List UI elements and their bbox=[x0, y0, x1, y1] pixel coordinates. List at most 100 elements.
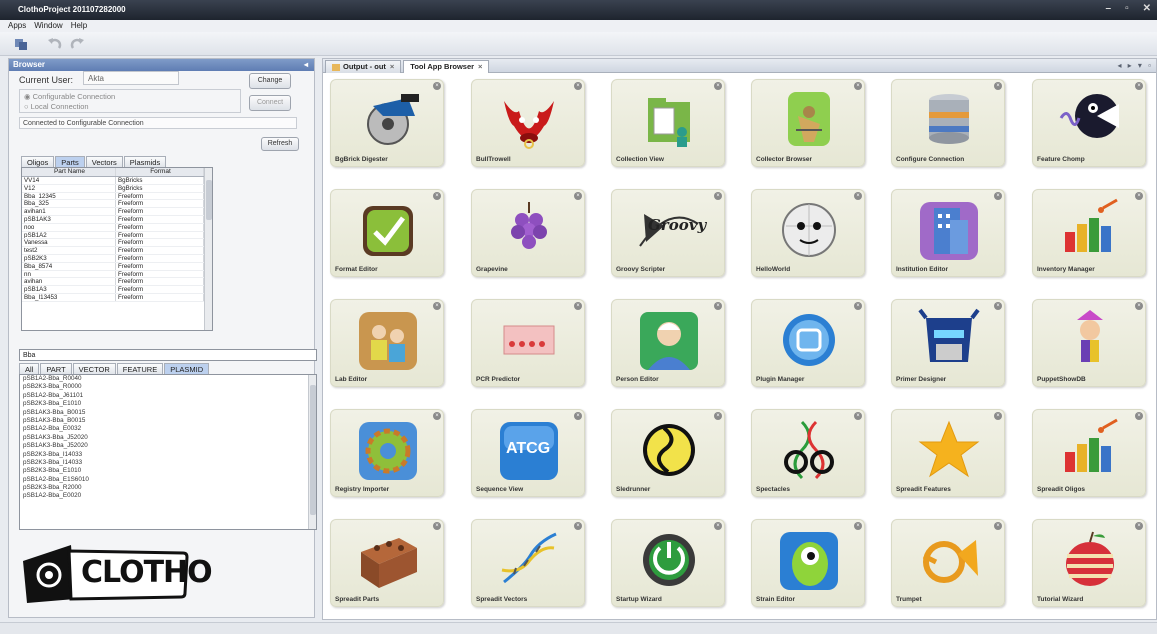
remove-app-icon[interactable]: × bbox=[714, 412, 722, 420]
search-input[interactable]: Bba bbox=[19, 349, 317, 361]
table-row[interactable]: Bba_325 Freeform bbox=[22, 200, 212, 209]
tab-tool-app-browser[interactable]: Tool App Browser × bbox=[403, 60, 490, 73]
app-tile-registry-importer[interactable]: × Registry Importer bbox=[330, 409, 444, 497]
table-row[interactable]: pSB2K3 Freeform bbox=[22, 254, 212, 263]
list-item[interactable]: pSB2K3-Bba_E1010 bbox=[20, 400, 316, 408]
table-row[interactable]: noo Freeform bbox=[22, 223, 212, 232]
remove-app-icon[interactable]: × bbox=[854, 192, 862, 200]
close-icon[interactable]: ✕ bbox=[1143, 3, 1151, 14]
remove-app-icon[interactable]: × bbox=[1135, 302, 1143, 310]
table-row[interactable]: Bba_12345 Freeform bbox=[22, 192, 212, 201]
change-button[interactable]: Change bbox=[249, 73, 291, 89]
table-row[interactable]: avihan Freeform bbox=[22, 278, 212, 287]
app-tile-tutorial-wizard[interactable]: × Tutorial Wizard bbox=[1032, 519, 1146, 607]
app-tile-spectacles[interactable]: × Spectacles bbox=[751, 409, 865, 497]
table-scrollbar[interactable] bbox=[204, 168, 212, 330]
filter-plasmid[interactable]: PLASMID bbox=[164, 363, 210, 374]
list-item[interactable]: pSB2K3-Bba_I14033 bbox=[20, 459, 316, 467]
list-item[interactable]: pSB1A2-Bba_J61101 bbox=[20, 392, 316, 400]
table-row[interactable]: Bba_8574 Freeform bbox=[22, 262, 212, 271]
remove-app-icon[interactable]: × bbox=[574, 82, 582, 90]
remove-app-icon[interactable]: × bbox=[854, 82, 862, 90]
list-scrollbar[interactable] bbox=[308, 375, 316, 529]
remove-app-icon[interactable]: × bbox=[714, 82, 722, 90]
table-row[interactable]: Vanessa Freeform bbox=[22, 239, 212, 248]
app-tile-sequence-view[interactable]: × ATCG Sequence View bbox=[471, 409, 585, 497]
remove-app-icon[interactable]: × bbox=[433, 82, 441, 90]
local-connection-radio[interactable]: ○ Local Connection bbox=[24, 102, 236, 112]
table-row[interactable]: avihan1 Freeform bbox=[22, 208, 212, 216]
table-row[interactable]: pSB1A3 Freeform bbox=[22, 286, 212, 294]
app-tile-puppetshowdb[interactable]: × PuppetShowDB bbox=[1032, 299, 1146, 387]
remove-app-icon[interactable]: × bbox=[574, 192, 582, 200]
remove-app-icon[interactable]: × bbox=[433, 522, 441, 530]
tab-plasmids[interactable]: Plasmids bbox=[123, 156, 167, 167]
app-tile-feature-chomp[interactable]: × Feature Chomp bbox=[1032, 79, 1146, 167]
app-tile-person-editor[interactable]: × Person Editor bbox=[611, 299, 725, 387]
app-tile-collector-browser[interactable]: × Collector Browser bbox=[751, 79, 865, 167]
table-row[interactable]: pSB1AK3 Freeform bbox=[22, 215, 212, 224]
menu-apps[interactable]: Apps bbox=[8, 20, 26, 32]
app-tile-pcr-predictor[interactable]: × PCR Predictor bbox=[471, 299, 585, 387]
menu-window[interactable]: Window bbox=[34, 20, 62, 32]
refresh-button[interactable]: Refresh bbox=[261, 137, 299, 151]
close-tab-tool-app-browser-icon[interactable]: × bbox=[478, 62, 482, 71]
app-tile-startup-wizard[interactable]: × Startup Wizard bbox=[611, 519, 725, 607]
filter-all[interactable]: All bbox=[19, 363, 40, 374]
list-item[interactable]: pSB1AK3-Bba_B0015 bbox=[20, 417, 316, 425]
table-row[interactable]: nn Freeform bbox=[22, 270, 212, 279]
remove-app-icon[interactable]: × bbox=[574, 412, 582, 420]
remove-app-icon[interactable]: × bbox=[574, 522, 582, 530]
remove-app-icon[interactable]: × bbox=[714, 192, 722, 200]
tab-navigation-icon[interactable]: ◂ ▸ ▾ ▫ bbox=[1117, 61, 1153, 70]
remove-app-icon[interactable]: × bbox=[433, 302, 441, 310]
remove-app-icon[interactable]: × bbox=[714, 302, 722, 310]
menu-help[interactable]: Help bbox=[71, 20, 87, 32]
list-item[interactable]: pSB1A2-Bba_E0020 bbox=[20, 492, 316, 500]
list-item[interactable]: pSB1A2-Bba_R0040 bbox=[20, 375, 316, 383]
table-row[interactable]: V12 BgBricks bbox=[22, 184, 212, 193]
app-tile-trumpet[interactable]: × Trumpet bbox=[891, 519, 1005, 607]
remove-app-icon[interactable]: × bbox=[1135, 412, 1143, 420]
tab-vectors[interactable]: Vectors bbox=[85, 156, 123, 167]
remove-app-icon[interactable]: × bbox=[714, 522, 722, 530]
filter-vector[interactable]: VECTOR bbox=[72, 363, 116, 374]
app-tile-collection-view[interactable]: × Collection View bbox=[611, 79, 725, 167]
remove-app-icon[interactable]: × bbox=[994, 522, 1002, 530]
undo-icon[interactable] bbox=[46, 35, 64, 53]
remove-app-icon[interactable]: × bbox=[994, 302, 1002, 310]
column-format[interactable]: Format bbox=[116, 168, 204, 176]
remove-app-icon[interactable]: × bbox=[1135, 192, 1143, 200]
app-tile-lab-editor[interactable]: × Lab Editor bbox=[330, 299, 444, 387]
list-item[interactable]: pSB2K3-Bba_R2000 bbox=[20, 484, 316, 492]
app-tile-spreadit-vectors[interactable]: × Spreadit Vectors bbox=[471, 519, 585, 607]
table-row[interactable]: test2 Freeform bbox=[22, 247, 212, 255]
list-item[interactable]: pSB1AK3-Bba_J52020 bbox=[20, 442, 316, 450]
configurable-connection-radio[interactable]: ◉ Configurable Connection bbox=[24, 92, 236, 102]
table-row[interactable]: pSB1A2 Freeform bbox=[22, 231, 212, 240]
close-tab-output-icon[interactable]: × bbox=[390, 62, 394, 71]
remove-app-icon[interactable]: × bbox=[1135, 82, 1143, 90]
browser-toggle-icon[interactable] bbox=[12, 35, 30, 53]
app-tile-inventory-manager[interactable]: × Inventory Manager bbox=[1032, 189, 1146, 277]
remove-app-icon[interactable]: × bbox=[994, 192, 1002, 200]
list-item[interactable]: pSB1AK3-Bba_B0015 bbox=[20, 409, 316, 417]
app-tile-helloworld[interactable]: × HelloWorld bbox=[751, 189, 865, 277]
app-tile-strain-editor[interactable]: × Strain Editor bbox=[751, 519, 865, 607]
remove-app-icon[interactable]: × bbox=[854, 522, 862, 530]
remove-app-icon[interactable]: × bbox=[994, 412, 1002, 420]
table-row[interactable]: VV14 BgBricks bbox=[22, 177, 212, 185]
remove-app-icon[interactable]: × bbox=[854, 302, 862, 310]
app-tile-groovy-scripter[interactable]: × Groovy Groovy Scripter bbox=[611, 189, 725, 277]
app-tile-spreadit-parts[interactable]: × Spreadit Parts bbox=[330, 519, 444, 607]
tab-parts[interactable]: Parts bbox=[55, 156, 85, 167]
app-tile-spreadit-oligos[interactable]: × Spreadit Oligos bbox=[1032, 409, 1146, 497]
column-part-name[interactable]: Part Name bbox=[22, 168, 116, 176]
app-tile-grapevine[interactable]: × Grapevine bbox=[471, 189, 585, 277]
app-tile-plugin-manager[interactable]: × Plugin Manager bbox=[751, 299, 865, 387]
app-tile-configure-connection[interactable]: × Configure Connection bbox=[891, 79, 1005, 167]
list-item[interactable]: pSB2K3-Bba_E1010 bbox=[20, 467, 316, 475]
list-item[interactable]: pSB1A2-Bba_E0032 bbox=[20, 425, 316, 433]
filter-part[interactable]: PART bbox=[40, 363, 72, 374]
app-tile-bulltrowell[interactable]: × BullTrowell bbox=[471, 79, 585, 167]
